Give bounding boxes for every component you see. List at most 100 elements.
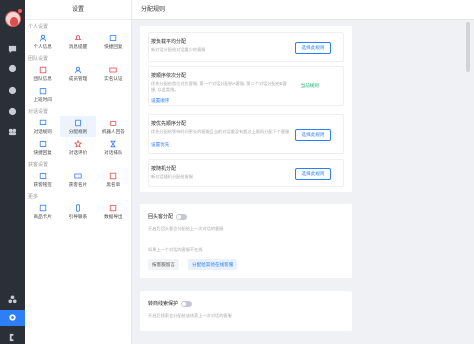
settings-item-label: 获客铭签 [33,182,52,187]
settings-item-rating[interactable]: 对话评价 [60,137,95,158]
returning-customer-row: 回头客分配 [148,213,188,220]
settings-item-queue[interactable]: 对话排队 [96,137,131,158]
section-personal-title: 个人设置 [28,24,49,30]
option-load-balance: 按负载平均分配 新对话分配给对话量少的客服 选择此规则 [148,32,344,62]
chat-rules-icon [38,118,47,127]
option-desc: 新对话随机分配给客服 [151,174,193,179]
settings-item-export[interactable]: 数据导出 [96,201,131,222]
option-title: 按负载平均分配 [151,39,187,45]
settings-title: 设置 [25,0,131,20]
option-title: 按随机分配 [151,166,177,172]
settings-item-label: 机器人回答 [101,129,125,134]
settings-item-label: 引导联系 [68,214,88,219]
settings-item-work-hours[interactable]: 上班时间 [25,84,60,105]
left-nav-rail [0,0,25,344]
calendar-icon [38,86,47,95]
lead-protection-desc: 开启后线索会分配给该线索上一次对话的客服 [148,313,232,318]
settings-item-tags[interactable]: 获客铭签 [25,169,60,190]
assign-rules-card: 按负载平均分配 新对话分配给对话量少的客服 选择此规则 按顺序依次分配 优先分配… [140,26,352,192]
settings-item-assign-rules[interactable]: 分配规则 [60,116,96,137]
chat-icon[interactable] [7,44,18,55]
option-priority: 按优先顺序分配 优先分配给等待时间更长的客服且当前对话量没有超过上限再分配下个客… [148,114,344,154]
id-card-icon [109,65,118,74]
lead-protection-toggle[interactable] [181,300,193,307]
set-order-link[interactable]: 设置顺序 [151,98,169,104]
settings-item-label: 黑名单 [106,182,121,187]
settings-item-label: 团队信息 [33,76,52,81]
settings-item-label: 数据导出 [104,214,123,219]
section-team-title: 团队设置 [28,56,49,62]
members-icon [73,65,82,74]
settings-item-quick-reply-2[interactable]: 快捷回复 [25,137,60,158]
set-priority-link[interactable]: 设置优先 [151,142,169,148]
settings-item-verification[interactable]: 实名认证 [96,63,131,84]
settings-item-blacklist[interactable]: 黑名单 [96,169,131,190]
chip-leave-message[interactable]: 按客服留言 [148,259,179,270]
settings-item-label: 快捷回复 [33,150,52,155]
clock-icon[interactable] [7,85,18,96]
settings-item-robot[interactable]: 机器人回答 [96,116,131,137]
reply-icon [38,139,47,148]
select-rule-button[interactable]: 选择此规则 [295,168,331,180]
settings-item-label: 上班时间 [33,97,52,102]
lead-protection-card: 转商线索保护 开启后线索会分配给该线索上一次对话的客服 [140,291,352,331]
returning-customer-card: 回头客分配 开启后回头客会分配给上一次对话的客服 如果上一个对话的客服不在线 按… [140,204,352,278]
block-icon [109,171,118,180]
settings-item-product-card[interactable]: 商品卡片 [25,201,60,222]
card-icon [73,171,82,180]
settings-item-label: 获客名片 [68,182,88,187]
avatar[interactable] [5,11,21,27]
settings-item-label: 成员管理 [68,76,88,81]
apps-icon[interactable] [7,294,18,305]
settings-item-label: 消息提醒 [68,44,88,49]
settings-item-profile[interactable]: 个人信息 [25,31,60,52]
assign-icon [73,118,82,127]
settings-item-quick-reply[interactable]: 快捷回复 [96,31,131,52]
team-icon[interactable] [7,126,18,137]
returning-customer-desc: 开启后回头客会分配给上一次对话的客服 [148,226,224,231]
exit-icon[interactable] [7,332,18,343]
lead-protection-row: 转商线索保护 [148,300,193,307]
settings-item-label: 分配规则 [68,129,88,134]
notification-dot [18,9,22,13]
settings-item-label: 商品卡片 [33,214,52,219]
main-header: 分配规则 [132,0,474,20]
option-desc: 新对话分配给对话量少的客服 [151,47,206,52]
settings-item-dialog-rules[interactable]: 对话规则 [25,116,60,137]
returning-customer-toggle[interactable] [176,213,188,220]
current-rule-label: 当前规则 [300,83,319,88]
settings-item-label: 实名认证 [104,76,123,81]
section-more-title: 更多 [28,194,39,200]
settings-item-notifications[interactable]: 消息提醒 [60,31,95,52]
chip-assign-online[interactable]: 分配给其他在线客服 [188,259,238,270]
settings-item-members[interactable]: 成员管理 [60,63,95,84]
gear-icon[interactable] [7,312,18,323]
settings-item-card[interactable]: 获客名片 [60,169,95,190]
offline-hint: 如果上一个对话的客服不在线 [148,247,203,252]
settings-item-team-info[interactable]: 团队信息 [25,63,60,84]
page-title: 分配规则 [141,7,166,13]
option-title: 按顺序依次分配 [151,73,187,79]
section-acquire-title: 获客设置 [28,162,49,168]
settings-item-label: 快捷回复 [104,44,123,49]
option-sequential: 按顺序依次分配 优先分配给首位对应客服, 第一个对话分配给A客服, 第二个对话分… [148,66,344,106]
select-rule-button[interactable]: 选择此规则 [295,42,331,54]
compass-icon[interactable] [7,106,18,117]
section-dialog-title: 对话设置 [28,109,49,115]
scrollbar[interactable] [466,22,470,72]
bell-icon [73,33,82,42]
settings-item-label: 对话规则 [33,129,52,134]
message-icon[interactable] [7,63,18,74]
option-random: 按随机分配 新对话随机分配给客服 选择此规则 [148,159,344,187]
select-rule-button[interactable]: 选择此规则 [295,129,331,141]
export-icon [109,203,118,212]
option-desc: 优先分配给首位对应客服, 第一个对话分配给A客服, 第二个对话分配给B客服, 以… [151,81,287,92]
star-icon [73,139,82,148]
option-title: 按优先顺序分配 [151,121,187,127]
product-icon [38,203,47,212]
settings-item-guide[interactable]: 引导联系 [60,201,95,222]
hourglass-icon [109,139,118,148]
returning-customer-title: 回头客分配 [148,214,174,220]
settings-item-label: 对话排队 [104,150,123,155]
tag-icon [38,171,47,180]
